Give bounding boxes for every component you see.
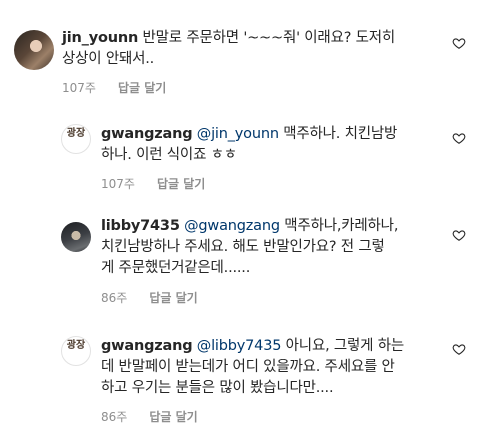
comment-line: gwangzang @jin_younn 맥주하나. 치킨남방 [101,124,446,145]
comment-meta: 86주 답글 달기 [101,409,198,425]
comment-text: gwangzang @jin_younn 맥주하나. 치킨남방 하나. 이런 식… [101,124,446,166]
comment-meta: 86주 답글 달기 [101,290,198,306]
comment-line: gwangzang @libby7435 아니요, 그렇게 하는 [101,336,451,357]
comment-line: 하나. 이런 식이죠 ㅎㅎ [101,145,446,166]
heart-outline-icon[interactable] [452,228,466,242]
comment-line: 데 반말페이 받는데가 어디 있을까요. 주세요를 안 [101,357,451,378]
comment-line: 하고 우기는 분들은 많이 봤습니다만.... [101,378,451,399]
comment-time: 86주 [101,410,128,424]
mention-link[interactable]: @jin_younn [192,126,279,142]
comment-text: libby7435 @gwangzang 맥주하나,카레하나, 치킨남방하나 주… [101,216,451,279]
comment-body-text: 데 반말페이 받는데가 어디 있을까요. 주세요를 안 [101,359,395,375]
reply-button[interactable]: 답글 달기 [149,291,197,305]
comment-time: 86주 [101,291,128,305]
comment-time: 107주 [101,177,135,191]
comment-body-text: 하나. 이런 식이죠 ㅎㅎ [101,147,237,163]
comment-body-text: 치킨남방하나 주세요. 해도 반말인가요? 전 그렇 [101,239,385,255]
comment-body-text: 하고 우기는 분들은 많이 봤습니다만.... [101,380,334,396]
reply-button[interactable]: 답글 달기 [149,410,197,424]
comment-text: gwangzang @libby7435 아니요, 그렇게 하는 데 반말페이 … [101,336,451,399]
username-link[interactable]: libby7435 [101,218,180,234]
comment-body-text: 게 주문했던거같은데...... [101,260,251,276]
comment-line: 게 주문했던거같은데...... [101,258,451,279]
comment-line: 치킨남방하나 주세요. 해도 반말인가요? 전 그렇 [101,237,451,258]
comment-body-text: 맥주하나,카레하나, [279,218,399,234]
avatar[interactable] [61,222,91,252]
comment-body-text: 아니요, 그렇게 하는 [281,338,405,354]
avatar-logo-text: 광장 [66,340,86,351]
mention-link[interactable]: @gwangzang [180,218,280,234]
avatar[interactable]: 광장 [61,124,91,154]
comment-reply-item: 광장 gwangzang @libby7435 아니요, 그렇게 하는 데 반말… [0,0,480,424]
comment-meta: 107주 답글 달기 [101,176,205,192]
mention-link[interactable]: @libby7435 [192,338,282,354]
avatar-logo-text: 광장 [66,128,86,139]
comment-body-text: 맥주하나. 치킨남방 [278,126,398,142]
heart-outline-icon[interactable] [452,342,466,356]
reply-button[interactable]: 답글 달기 [157,177,205,191]
username-link[interactable]: gwangzang [101,338,193,354]
username-link[interactable]: gwangzang [101,126,193,142]
avatar[interactable]: 광장 [61,336,91,366]
heart-outline-icon[interactable] [452,131,466,145]
comment-line: libby7435 @gwangzang 맥주하나,카레하나, [101,216,451,237]
